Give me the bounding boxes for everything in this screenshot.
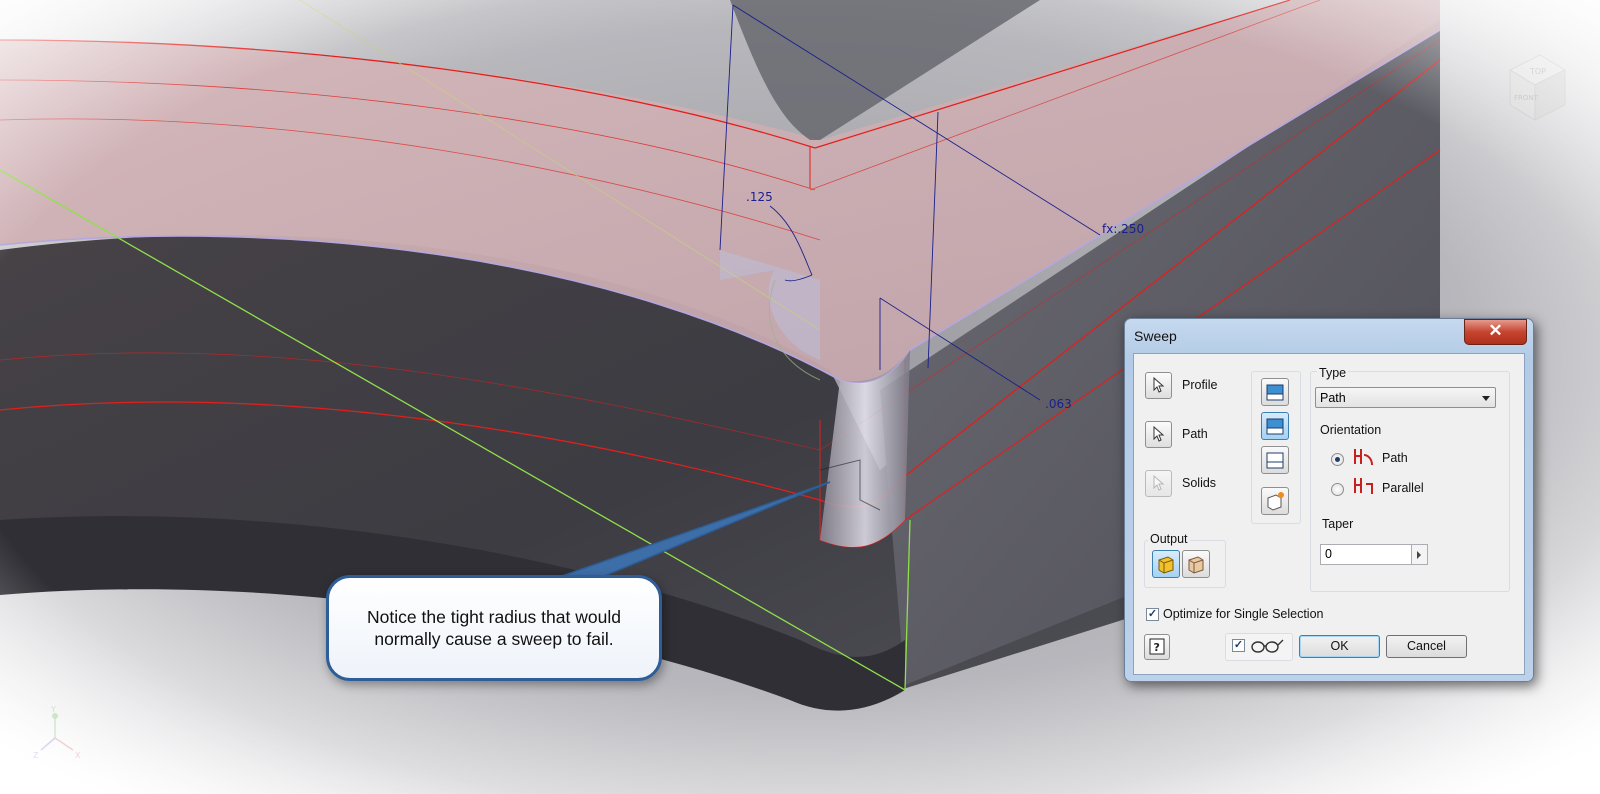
solids-select-button[interactable] xyxy=(1145,470,1172,497)
dialog-title: Sweep xyxy=(1134,328,1177,344)
join-icon xyxy=(1266,384,1284,401)
dialog-body: Profile Path Solids Output Type Path Ori… xyxy=(1133,353,1525,675)
optimize-checkbox[interactable]: ✓ xyxy=(1146,608,1159,621)
svg-text:?: ? xyxy=(1154,641,1160,654)
solids-label: Solids xyxy=(1182,476,1217,490)
taper-label: Taper xyxy=(1322,517,1354,531)
output-label: Output xyxy=(1148,532,1190,546)
dimension-125: .125 xyxy=(746,190,773,204)
viewcube-front-label: FRONT xyxy=(1514,94,1539,102)
close-button[interactable]: ✕ xyxy=(1464,319,1527,345)
path-orientation-icon xyxy=(1354,449,1373,466)
axis-y-label: Y xyxy=(50,705,56,714)
orientation-label: Orientation xyxy=(1320,423,1382,437)
select-arrow-icon xyxy=(1153,376,1165,393)
taper-input[interactable]: 0 xyxy=(1320,544,1412,565)
select-arrow-icon xyxy=(1153,425,1165,442)
path-label: Path xyxy=(1182,427,1208,441)
surface-output-button[interactable] xyxy=(1182,550,1210,578)
help-button[interactable]: ? xyxy=(1144,634,1170,660)
profile-label: Profile xyxy=(1182,378,1218,392)
type-dropdown-value: Path xyxy=(1320,391,1346,405)
orientation-path-label: Path xyxy=(1382,451,1408,465)
join-button[interactable] xyxy=(1261,378,1289,406)
taper-arrow-button[interactable] xyxy=(1412,544,1428,565)
type-dropdown[interactable]: Path xyxy=(1315,387,1496,408)
inventor-graphics-window[interactable]: .125 fx:.250 .063 TOP FRONT Y X Z Notice… xyxy=(0,0,1600,794)
solid-output-button[interactable] xyxy=(1152,550,1180,578)
parallel-orientation-icon xyxy=(1354,478,1373,494)
select-arrow-icon xyxy=(1153,474,1165,491)
cut-icon xyxy=(1266,418,1284,435)
axis-z-label: Z xyxy=(33,751,39,760)
orientation-parallel-radio[interactable] xyxy=(1331,483,1344,496)
cut-button[interactable] xyxy=(1261,412,1289,440)
orientation-parallel-label: Parallel xyxy=(1382,481,1424,495)
sweep-dialog[interactable]: Sweep ✕ Profile Path Solids Output Type … xyxy=(1124,318,1534,682)
intersect-icon xyxy=(1266,452,1284,469)
axis-x-label: X xyxy=(75,751,81,760)
preview-checkbox[interactable]: ✓ xyxy=(1232,639,1245,652)
cancel-button[interactable]: Cancel xyxy=(1386,635,1467,658)
dimension-250: fx:.250 xyxy=(1102,222,1144,236)
intersect-button[interactable] xyxy=(1261,446,1289,474)
type-label: Type xyxy=(1317,366,1349,380)
glasses-preview-icon xyxy=(1251,639,1284,653)
new-solid-icon xyxy=(1267,492,1284,511)
orientation-path-radio[interactable] xyxy=(1331,453,1344,466)
profile-select-button[interactable] xyxy=(1145,372,1172,399)
annotation-callout: Notice the tight radius that would norma… xyxy=(326,575,662,681)
ok-button[interactable]: OK xyxy=(1299,635,1380,658)
optimize-label: Optimize for Single Selection xyxy=(1163,607,1324,621)
surface-cube-icon xyxy=(1188,556,1204,574)
dimension-063: .063 xyxy=(1045,397,1072,411)
new-solid-button[interactable] xyxy=(1261,487,1289,515)
help-icon: ? xyxy=(1149,638,1165,655)
viewcube-top-label: TOP xyxy=(1529,67,1546,76)
chevron-down-icon xyxy=(1482,396,1490,401)
solid-cube-icon xyxy=(1158,556,1174,574)
path-select-button[interactable] xyxy=(1145,421,1172,448)
callout-text: Notice the tight radius that would norma… xyxy=(367,607,621,649)
